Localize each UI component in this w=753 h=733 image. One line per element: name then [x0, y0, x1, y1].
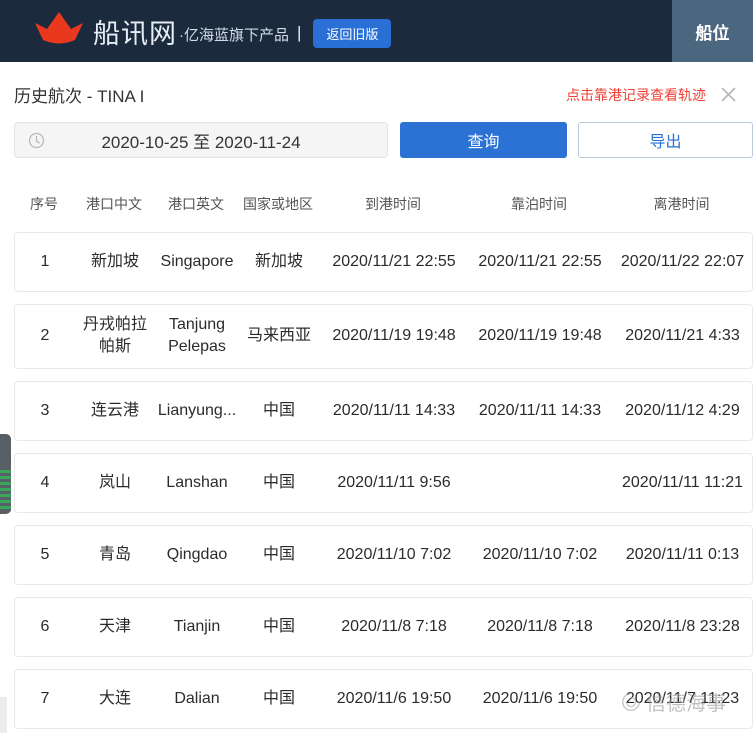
table-header-row: 序号 港口中文 港口英文 国家或地区 到港时间 靠泊时间 离港时间 [14, 194, 753, 214]
cell-departure-time: 2020/11/12 4:29 [625, 401, 740, 419]
cell-berth-time: 2020/11/10 7:02 [482, 545, 598, 563]
header-arrival-time: 到港时间 [365, 196, 421, 212]
cell-arrival-time: 2020/11/8 7:18 [341, 617, 447, 635]
cell-port-cn: 天津 [98, 617, 131, 635]
cell-seq: 1 [40, 252, 50, 270]
cell-berth-time: 2020/11/8 7:18 [487, 617, 593, 635]
cell-berth-time: 2020/11/11 14:33 [478, 401, 602, 419]
cell-port-cn: 大连 [98, 689, 131, 707]
cell-country: 中国 [262, 473, 295, 491]
cell-seq: 2 [40, 327, 50, 345]
top-navbar: 船讯网 ·亿海蓝旗下产品 | 返回旧版 船位 [0, 0, 753, 62]
cell-port-cn: 连云港 [90, 401, 139, 419]
table-row[interactable]: 2 丹戎帕拉帕斯 Tanjung Pelepas 马来西亚 2020/11/19 19:… [14, 304, 753, 369]
table-rows: 1 新加坡 Singapore 新加坡 2020/11/21 22:55 2020/11/… [14, 232, 753, 729]
table-row[interactable]: 3 连云港 Lianyung... 中国 2020/11/11 14:33 2020/11… [14, 380, 753, 441]
panel-header: 历史航次 - TINA I 点击靠港记录查看轨迹 [14, 82, 739, 107]
cell-port-en: Singapore [160, 252, 234, 270]
cell-arrival-time: 2020/11/21 22:55 [332, 252, 456, 270]
query-button[interactable]: 查询 [400, 122, 567, 158]
cell-country: 中国 [262, 545, 295, 563]
cell-country: 中国 [262, 689, 295, 707]
cell-country: 中国 [262, 617, 295, 635]
cell-port-cn: 丹戎帕拉帕斯 [82, 316, 147, 356]
back-to-old-version-button[interactable]: 返回旧版 [313, 18, 392, 48]
table-row[interactable]: 6 天津 Tianjin 中国 2020/11/8 7:18 2020/11/8 7:18… [14, 596, 753, 657]
cell-arrival-time: 2020/11/11 9:56 [337, 473, 451, 491]
date-range-value: 2020-10-25 至 2020-11-24 [101, 132, 301, 152]
cell-berth-time: 2020/11/19 19:48 [478, 327, 602, 345]
ship-position-tab[interactable]: 船位 [672, 0, 753, 62]
cell-port-cn: 青岛 [98, 545, 131, 563]
table-row[interactable]: 4 岚山 Lanshan 中国 2020/11/11 9:56 2020/11/11 11… [14, 452, 753, 513]
cell-seq: 5 [40, 545, 50, 563]
cell-arrival-time: 2020/11/6 19:50 [336, 689, 452, 707]
cell-arrival-time: 2020/11/19 19:48 [332, 327, 456, 345]
header-berth-time: 靠泊时间 [511, 196, 567, 212]
cell-seq: 7 [40, 689, 50, 707]
shipxy-boat-logo-icon [33, 9, 85, 54]
cell-departure-time: 2020/11/21 4:33 [625, 327, 740, 345]
cell-port-en: Tianjin [173, 617, 221, 635]
cell-country: 马来西亚 [246, 327, 311, 345]
cell-country: 新加坡 [254, 252, 303, 270]
cell-arrival-time: 2020/11/10 7:02 [336, 545, 452, 563]
cell-port-cn: 岚山 [98, 473, 131, 491]
table-row[interactable]: 5 青岛 Qingdao 中国 2020/11/10 7:02 2020/11/10 7:… [14, 524, 753, 585]
brand-title: 船讯网 [93, 18, 177, 49]
view-track-hint[interactable]: 点击靠港记录查看轨迹 [566, 85, 706, 105]
cell-port-en: Qingdao [166, 545, 228, 563]
cell-port-cn: 新加坡 [90, 252, 139, 270]
cell-departure-time: 2020/11/7 11:23 [625, 689, 740, 707]
cell-seq: 4 [40, 473, 50, 491]
header-port-cn: 港口中文 [86, 196, 142, 212]
header-seq: 序号 [30, 196, 58, 212]
cell-departure-time: 2020/11/22 22:07 [620, 252, 745, 270]
page-title: 历史航次 - TINA I [14, 87, 145, 106]
header-departure-time: 离港时间 [653, 196, 710, 212]
cell-seq: 6 [40, 617, 50, 635]
page-edge-strip [0, 697, 7, 733]
brand-divider: | [297, 23, 302, 42]
table-row[interactable]: 1 新加坡 Singapore 新加坡 2020/11/21 22:55 2020/11/… [14, 232, 753, 292]
cell-port-en: Dalian [174, 689, 220, 707]
side-float-widget[interactable] [0, 434, 11, 514]
cell-port-en: Tanjung Pelepas [168, 316, 226, 356]
clock-icon [28, 132, 45, 149]
cell-berth-time: 2020/11/21 22:55 [478, 252, 602, 270]
green-stripes-decoration [0, 470, 11, 512]
table-row[interactable]: 7 大连 Dalian 中国 2020/11/6 19:50 2020/11/6 19:5… [14, 668, 753, 729]
close-icon[interactable] [720, 86, 737, 103]
export-button[interactable]: 导出 [578, 122, 753, 158]
cell-berth-time [538, 474, 542, 492]
cell-seq: 3 [40, 401, 50, 419]
cell-departure-time: 2020/11/11 11:21 [622, 473, 743, 491]
date-range-input[interactable]: 2020-10-25 至 2020-11-24 [14, 122, 388, 158]
header-port-en: 港口英文 [168, 196, 224, 212]
cell-berth-time: 2020/11/6 19:50 [482, 689, 598, 707]
cell-departure-time: 2020/11/8 23:28 [625, 617, 740, 635]
query-controls: 2020-10-25 至 2020-11-24 查询 导出 [14, 122, 753, 158]
cell-arrival-time: 2020/11/11 14:33 [332, 401, 456, 419]
brand-suffix: ·亿海蓝旗下产品 [179, 26, 289, 44]
cell-port-en: Lanshan [166, 473, 228, 491]
cell-port-en: Lianyung... [157, 401, 237, 419]
cell-country: 中国 [262, 401, 295, 419]
cell-departure-time: 2020/11/11 0:13 [625, 545, 740, 563]
header-country: 国家或地区 [243, 196, 313, 212]
